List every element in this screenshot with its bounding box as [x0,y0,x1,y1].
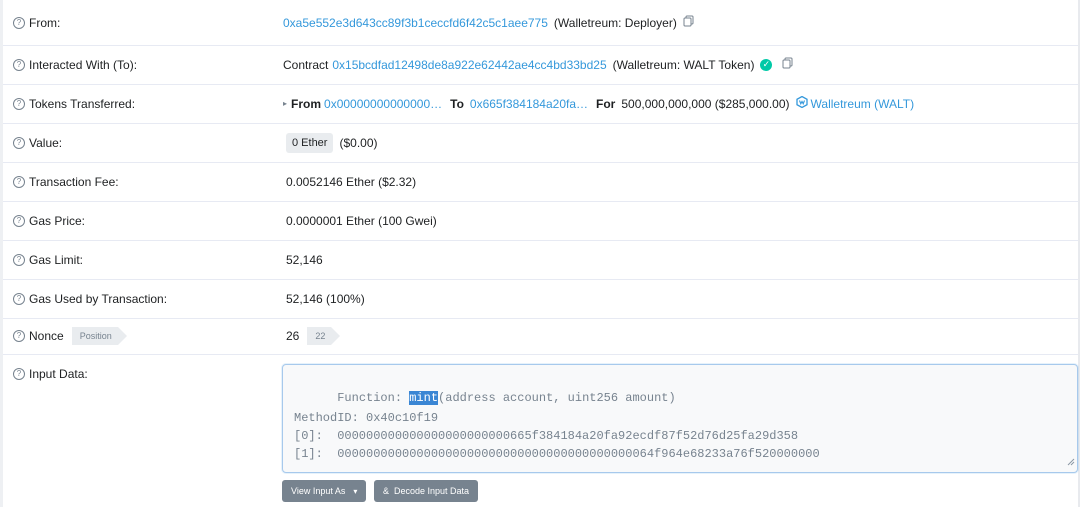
gas-used-label: Gas Used by Transaction: [29,291,168,306]
method-id: MethodID: 0x40c10f19 [294,411,439,425]
nonce-position-badge: 22 [307,327,341,345]
contract-tag: (Walletreum: WALT Token) [612,57,755,72]
fee-label: Transaction Fee: [29,174,119,189]
decode-input-data-button[interactable]: & Decode Input Data [374,480,479,502]
resize-handle-icon[interactable] [1067,456,1075,470]
view-input-as-button[interactable]: View Input As ▾ [282,480,367,502]
row-from: ? From: 0xa5e552e3d643cc89f3b1ceccfd6f42… [3,0,1078,46]
gas-price-value: 0.0000001 Ether (100 Gwei) [286,213,437,228]
row-gas-price: ? Gas Price: 0.0000001 Ether (100 Gwei) [3,201,1078,241]
question-icon[interactable]: ? [13,136,25,149]
tokens-label: Tokens Transferred: [29,96,136,111]
decode-icon: & [383,486,390,496]
function-prefix: Function: [337,391,410,405]
question-icon[interactable]: ? [13,175,25,188]
function-name: mint [409,391,439,405]
to-label: Interacted With (To): [29,57,138,72]
gas-limit-value: 52,146 [286,252,323,267]
decode-input-data-label: Decode Input Data [394,486,470,496]
function-args: (address account, uint256 amount) [438,391,676,405]
tokens-from-label: From [291,96,322,111]
caret-right-icon: ▸ [283,99,288,108]
walt-token-icon [795,95,808,111]
gas-limit-label: Gas Limit: [29,252,84,267]
param-0: [0]: 000000000000000000000000665f384184a… [294,429,799,443]
row-gas-limit: ? Gas Limit: 52,146 [3,240,1078,280]
gas-price-label: Gas Price: [29,213,86,228]
verified-check-icon: ✓ [760,58,773,71]
nonce-label: Nonce [29,329,64,343]
contract-prefix: Contract [283,57,329,72]
tokens-amount: 500,000,000,000 ($285,000.00) [621,96,790,111]
question-icon[interactable]: ? [13,97,25,110]
row-interacted-with: ? Interacted With (To): Contract 0x15bcd… [3,45,1078,85]
row-nonce: ? Nonce Position 26 22 [3,318,1078,355]
nonce-value: 26 [286,329,300,343]
value-usd: ($0.00) [339,135,378,150]
copy-icon[interactable] [782,57,793,72]
question-icon[interactable]: ? [13,292,25,305]
gas-used-value: 52,146 (100%) [286,291,365,306]
contract-address-link[interactable]: 0x15bcdfad12498de8a922e62442ae4cc4bd33bd… [332,58,606,72]
transaction-details-panel: ? From: 0xa5e552e3d643cc89f3b1ceccfd6f42… [0,0,1080,507]
view-input-as-label: View Input As [291,486,346,496]
tokens-to-address-link[interactable]: 0x665f384184a20fa… [470,97,588,111]
question-icon[interactable]: ? [13,16,25,29]
value-label: Value: [29,135,63,150]
input-data-label: Input Data: [29,367,88,381]
question-icon[interactable]: ? [13,330,25,342]
from-address-link[interactable]: 0xa5e552e3d643cc89f3b1ceccfd6f42c5c1aee7… [283,16,548,30]
value-ether-badge: 0 Ether [286,132,334,153]
from-tag: (Walletreum: Deployer) [553,15,677,30]
tokens-for-label: For [596,96,616,111]
question-icon[interactable]: ? [13,253,25,266]
row-transaction-fee: ? Transaction Fee: 0.0052146 Ether ($2.3… [3,162,1078,202]
tokens-to-label: To [450,96,464,111]
question-icon[interactable]: ? [13,58,25,71]
row-tokens-transferred: ? Tokens Transferred: ▸ From 0x000000000… [3,84,1078,124]
input-data-textarea[interactable]: Function: mint(address account, uint256 … [282,364,1078,473]
question-icon[interactable]: ? [13,214,25,227]
question-icon[interactable]: ? [13,368,25,380]
chevron-down-icon: ▾ [353,486,358,496]
row-value: ? Value: 0 Ether ($0.00) [3,123,1078,163]
fee-value: 0.0052146 Ether ($2.32) [286,174,417,189]
param-1: [1]: 00000000000000000000000000000000000… [294,447,820,461]
token-name-link[interactable]: Walletreum (WALT) [811,97,915,111]
input-data-label-wrap: ? Input Data: [13,367,88,381]
copy-icon[interactable] [683,15,694,30]
position-tag: Position [71,327,127,345]
tokens-from-address-link[interactable]: 0x00000000000000… [324,97,442,111]
from-label: From: [29,15,61,30]
row-gas-used: ? Gas Used by Transaction: 52,146 (100%) [3,279,1078,319]
